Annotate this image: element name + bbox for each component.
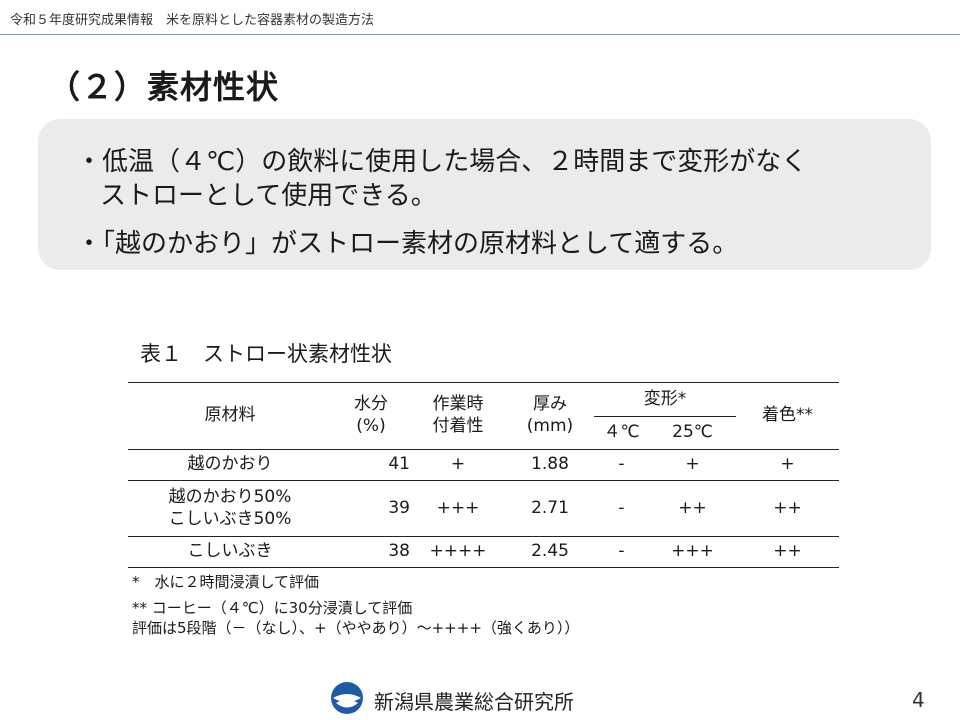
cell-coloring: ++ (736, 536, 839, 568)
cell-deform-25c: +++ (649, 536, 736, 568)
summary-box: ・低温（４℃）の飲料に使用した場合、２時間まで変形がなく ストローとして使用でき… (38, 119, 931, 270)
cell-material: 越のかおり (128, 449, 332, 481)
header-coloring: 着色** (736, 382, 839, 450)
table-footnotes: * 水に２時間浸漬して評価 ** コーヒー（４℃）に30分浸漬して評価 評価は5… (132, 569, 579, 641)
table-caption: 表１ ストロー状素材性状 (140, 342, 392, 366)
header-material: 原材料 (128, 382, 332, 450)
cell-material: こしいぶき (128, 536, 332, 568)
header-deform-4c: ４℃ (594, 416, 649, 450)
cell-adhesion: +++ (410, 480, 506, 537)
cell-moisture: 38 (332, 536, 410, 568)
cell-deform-25c: + (649, 449, 736, 481)
cell-deform-4c: - (594, 480, 649, 537)
table-row: 越のかおり50% こしいぶき50% 39 +++ 2.71 - ++ ++ (128, 480, 839, 537)
cell-deform-4c: - (594, 449, 649, 481)
header-adhesion-line-2: 付着性 (432, 416, 484, 436)
cell-thickness: 1.88 (506, 449, 594, 481)
header-adhesion-line-1: 作業時 (432, 394, 484, 415)
table-row: 越のかおり 41 + 1.88 - + + (128, 449, 839, 481)
header-title: 令和５年度研究成果情報 米を原料とした容器素材の製造方法 (10, 13, 375, 28)
cell-thickness: 2.71 (506, 480, 594, 537)
organization-name: 新潟県農業総合研究所 (374, 689, 574, 714)
cell-adhesion: + (410, 449, 506, 481)
header-deform-25c: 25℃ (649, 416, 736, 450)
cell-moisture: 39 (332, 480, 410, 537)
section-heading: （２）素材性状 (48, 68, 280, 106)
summary-bullet-1-line-1: ・低温（４℃）の飲料に使用した場合、２時間まで変形がなく (76, 147, 808, 177)
cell-coloring: + (736, 449, 839, 481)
header-deformation: 変形* (594, 382, 736, 417)
cell-adhesion: ++++ (410, 536, 506, 568)
cell-thickness: 2.45 (506, 536, 594, 568)
cell-deform-4c: - (594, 536, 649, 568)
header-moisture-line-1: 水分 (354, 394, 388, 415)
table-row: こしいぶき 38 ++++ 2.45 - +++ ++ (128, 536, 839, 568)
header-thickness-line-1: 厚み (533, 394, 567, 415)
header-adhesion: 作業時 付着性 (410, 382, 506, 450)
cell-material-line-2: こしいぶき50% (168, 508, 292, 529)
footnote-3: 評価は5段階（－（なし）、+（ややあり）～++++（強くあり）） (132, 619, 580, 637)
institute-logo-icon (330, 681, 364, 719)
footer: 新潟県農業総合研究所 (330, 682, 574, 718)
footnote-1: * 水に２時間浸漬して評価 (132, 573, 320, 591)
header-thickness: 厚み (mm) (506, 382, 594, 450)
cell-material: 越のかおり50% こしいぶき50% (128, 480, 332, 537)
header-moisture: 水分 (%) (332, 382, 410, 450)
header-thickness-line-2: (mm) (526, 416, 574, 436)
summary-bullet-1-line-2: ストローとして使用できる。 (100, 181, 437, 211)
cell-material-line-1: 越のかおり50% (168, 486, 292, 507)
summary-bullet-2: ・「越のかおり」がストロー素材の原材料として適する。 (76, 229, 739, 259)
cell-moisture: 41 (332, 449, 410, 481)
header-divider (0, 34, 960, 35)
cell-deform-25c: ++ (649, 480, 736, 537)
cell-coloring: ++ (736, 480, 839, 537)
properties-table: 原材料 水分 (%) 作業時 付着性 厚み (mm) 変形* 着色** ４℃ 2… (128, 382, 839, 568)
page-number: 4 (912, 688, 925, 712)
header-moisture-line-2: (%) (356, 416, 386, 436)
